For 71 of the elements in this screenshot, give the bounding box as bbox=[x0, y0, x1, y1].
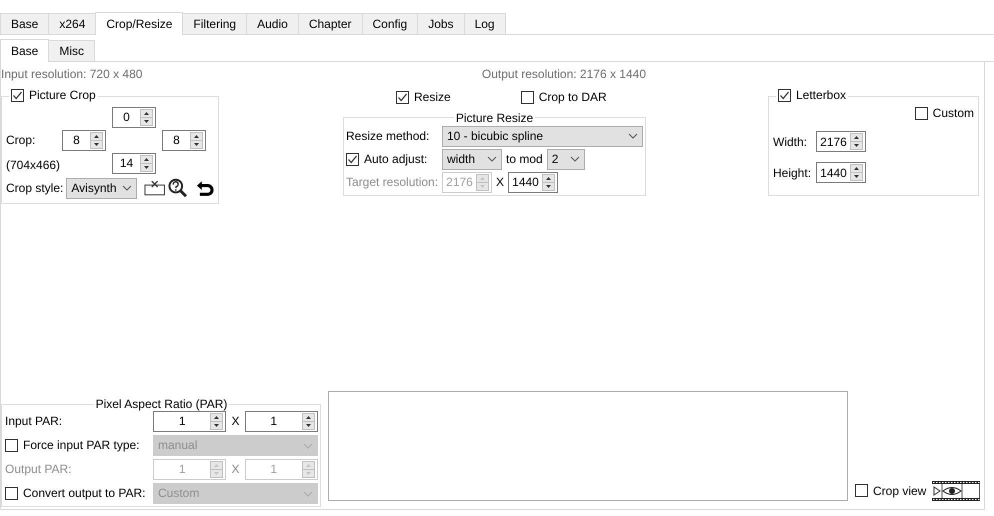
check-icon bbox=[397, 92, 408, 104]
resize-method-label: Resize method: bbox=[346, 129, 430, 144]
tab[interactable]: Base bbox=[0, 13, 50, 34]
check-icon bbox=[12, 90, 23, 101]
chevron-icon bbox=[303, 442, 313, 448]
group-title: Picture Resize bbox=[454, 110, 534, 125]
crop-icon[interactable] bbox=[144, 180, 166, 196]
crop-style-label: Crop style: bbox=[6, 181, 64, 196]
group-title: Pixel Aspect Ratio (PAR) bbox=[94, 397, 228, 411]
picture-crop-checkbox[interactable]: Picture Crop bbox=[11, 88, 96, 102]
tab[interactable]: Log bbox=[464, 13, 506, 34]
tab[interactable]: x264 bbox=[48, 13, 96, 34]
crop-left-spinbox[interactable]: 8 bbox=[62, 130, 106, 151]
x-separator: X bbox=[231, 462, 240, 477]
resize-checkbox[interactable]: Resize bbox=[396, 90, 451, 105]
spin-buttons[interactable] bbox=[542, 174, 556, 191]
target-resolution-label: Target resolution: bbox=[346, 175, 438, 190]
tab[interactable]: Chapter bbox=[298, 13, 363, 34]
chevron-icon bbox=[570, 156, 580, 162]
spin-buttons[interactable] bbox=[140, 154, 153, 172]
spin-buttons[interactable] bbox=[210, 413, 224, 430]
to-mod-label: to mod bbox=[506, 152, 543, 166]
crop-right-spinbox[interactable]: 8 bbox=[162, 130, 206, 151]
tab[interactable]: Jobs bbox=[417, 13, 465, 34]
tab[interactable]: Filtering bbox=[182, 13, 248, 34]
height-spinbox[interactable]: 1440 bbox=[816, 162, 866, 184]
width-spinbox[interactable]: 2176 bbox=[816, 131, 866, 152]
custom-checkbox[interactable]: Custom bbox=[914, 106, 974, 120]
chevron-icon bbox=[487, 156, 497, 162]
check-icon bbox=[779, 90, 790, 101]
input-resolution-label: Input resolution: 720 x 480 bbox=[1, 67, 142, 82]
par-spinbox[interactable]: 1 bbox=[153, 411, 226, 432]
chevron-icon bbox=[628, 133, 638, 140]
tab[interactable]: Crop/Resize bbox=[95, 12, 184, 35]
par-spinbox[interactable]: 1 bbox=[244, 411, 318, 432]
crop-top-spinbox[interactable]: 0 bbox=[112, 106, 156, 128]
spin-buttons[interactable] bbox=[190, 132, 203, 149]
mod-dropdown[interactable]: 2 bbox=[546, 148, 585, 170]
letterbox-checkbox[interactable]: Letterbox bbox=[778, 88, 846, 102]
zoom-help-icon[interactable] bbox=[168, 178, 188, 198]
spin-buttons[interactable] bbox=[140, 108, 153, 126]
check-icon bbox=[347, 154, 358, 165]
auto-adjust-checkbox[interactable]: Auto adjust: bbox=[346, 152, 438, 166]
par-label: Output PAR: bbox=[5, 462, 72, 477]
chevron-icon bbox=[303, 490, 313, 496]
crop-bottom-spinbox[interactable]: 14 bbox=[112, 152, 156, 174]
resize-method-dropdown[interactable]: 10 - bicubic spline bbox=[442, 126, 643, 147]
tab[interactable]: Base bbox=[0, 39, 50, 62]
spin-buttons[interactable] bbox=[850, 164, 863, 182]
target-height-spinbox[interactable]: 1440 bbox=[508, 172, 558, 193]
chevron-icon bbox=[122, 185, 132, 192]
x-separator: X bbox=[231, 414, 240, 429]
tab[interactable]: Misc bbox=[48, 40, 96, 61]
width-label: Width: bbox=[773, 134, 808, 149]
tab[interactable]: Config bbox=[362, 13, 418, 34]
crop-view-checkbox[interactable]: Crop view bbox=[855, 484, 926, 498]
film-eye-icon[interactable] bbox=[932, 481, 980, 501]
adjust-dropdown[interactable]: width bbox=[442, 148, 502, 170]
crop-to-dar-checkbox[interactable]: Crop to DAR bbox=[520, 90, 607, 105]
spin-buttons[interactable] bbox=[90, 132, 103, 149]
crop-label: Crop: bbox=[6, 133, 36, 148]
crop-style-dropdown[interactable]: Avisynth bbox=[66, 178, 137, 199]
height-label: Height: bbox=[773, 166, 812, 180]
crop-size-label: (704x466) bbox=[6, 157, 62, 173]
spin-buttons[interactable] bbox=[302, 413, 315, 430]
tab[interactable]: Audio bbox=[246, 13, 299, 34]
spin-buttons[interactable] bbox=[850, 133, 863, 150]
undo-icon[interactable] bbox=[194, 179, 214, 198]
par-label: Input PAR: bbox=[5, 414, 64, 429]
output-resolution-label: Output resolution: 2176 x 1440 bbox=[482, 67, 646, 82]
x-separator: X bbox=[496, 175, 504, 190]
